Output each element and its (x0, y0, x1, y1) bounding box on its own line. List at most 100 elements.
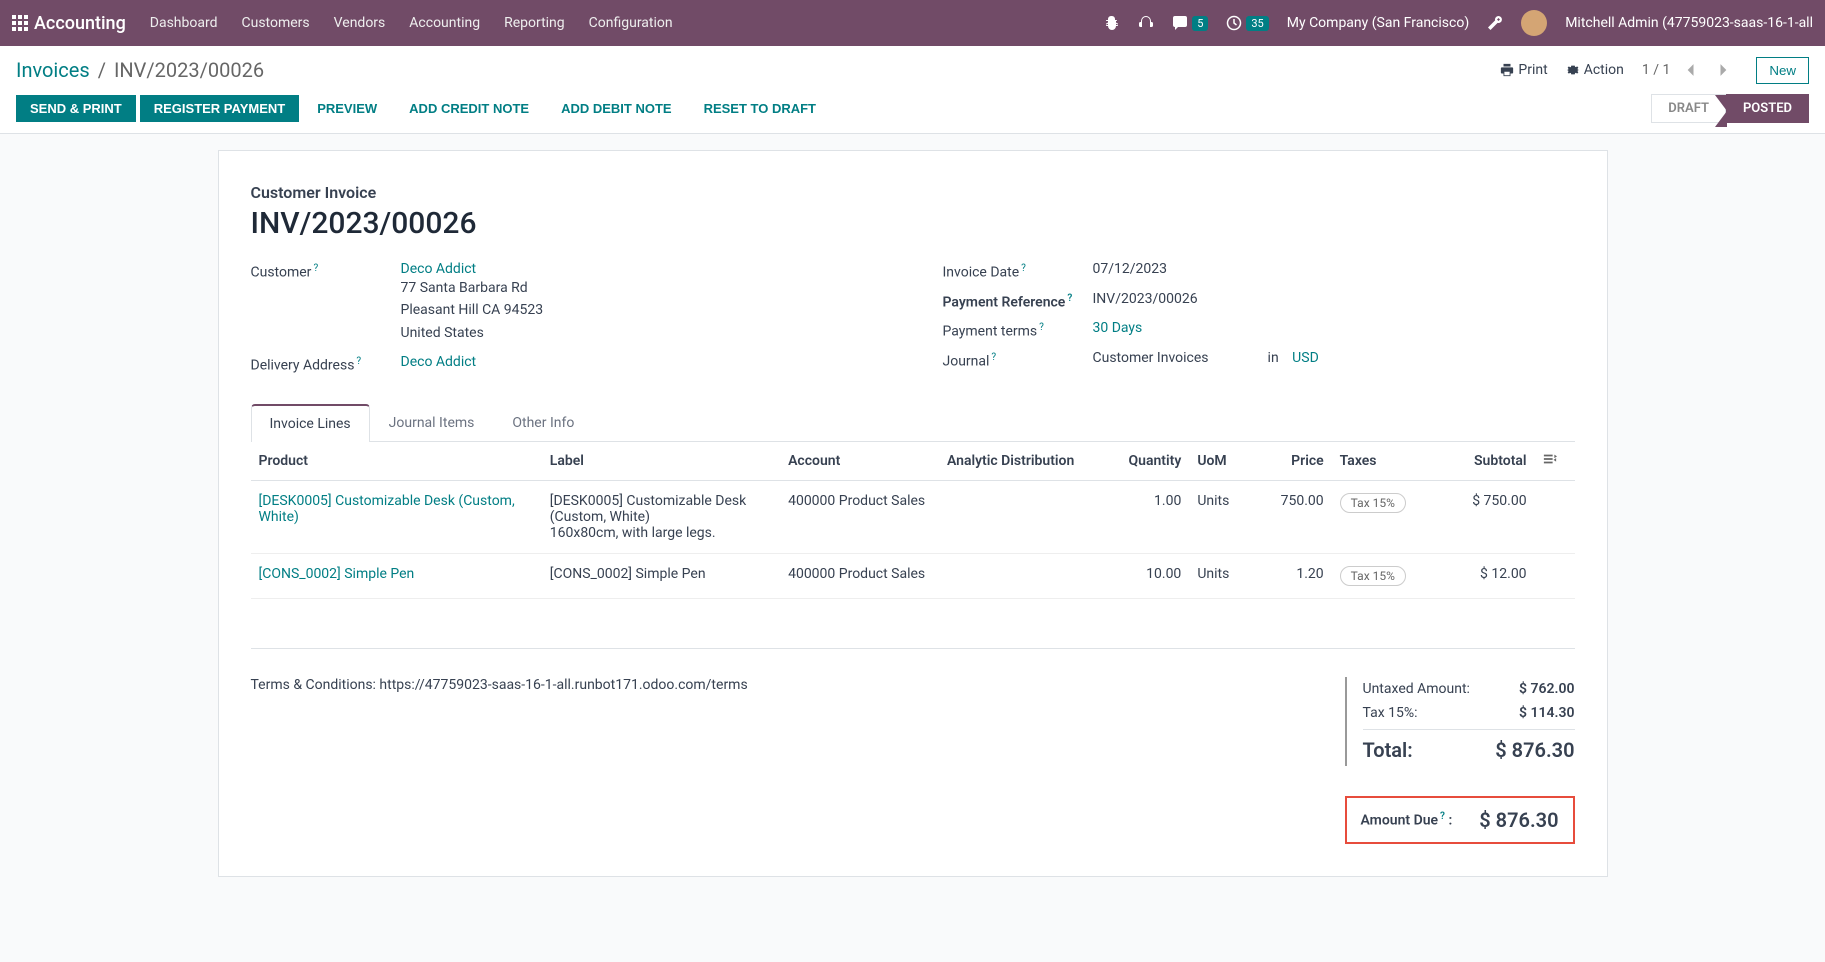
chevron-right-icon (1719, 63, 1729, 77)
line-label[interactable]: [DESK0005] Customizable Desk (Custom, Wh… (542, 480, 780, 553)
line-analytic[interactable] (939, 480, 1098, 553)
help-icon[interactable]: ? (356, 356, 361, 367)
help-icon[interactable]: ? (1440, 811, 1445, 822)
product-link[interactable]: [DESK0005] Customizable Desk (Custom, Wh… (259, 493, 515, 525)
address-line1: 77 Santa Barbara Rd (401, 277, 883, 299)
line-label[interactable]: [CONS_0002] Simple Pen (542, 553, 780, 598)
help-icon[interactable]: ? (1039, 322, 1044, 333)
credit-note-button[interactable]: ADD CREDIT NOTE (395, 95, 543, 122)
payment-terms-label: Payment terms? (943, 320, 1093, 340)
th-subtotal[interactable]: Subtotal (1441, 442, 1535, 481)
action-button[interactable]: Action (1566, 62, 1624, 78)
table-row[interactable]: [DESK0005] Customizable Desk (Custom, Wh… (251, 480, 1575, 553)
amount-due-box: Amount Due? : $ 876.30 (1345, 796, 1575, 844)
table-row[interactable]: [CONS_0002] Simple Pen [CONS_0002] Simpl… (251, 553, 1575, 598)
line-uom[interactable]: Units (1189, 480, 1253, 553)
help-icon[interactable]: ? (991, 352, 996, 363)
total-value: $ 876.30 (1495, 738, 1574, 762)
line-tax[interactable]: Tax 15% (1332, 553, 1441, 598)
company-switcher[interactable]: My Company (San Francisco) (1287, 15, 1469, 31)
payment-ref-value[interactable]: INV/2023/00026 (1093, 291, 1575, 307)
help-icon[interactable]: ? (1067, 293, 1072, 304)
invoice-date-label: Invoice Date? (943, 261, 1093, 281)
tab-journal-items[interactable]: Journal Items (370, 404, 494, 442)
send-print-button[interactable]: SEND & PRINT (16, 95, 136, 122)
th-quantity[interactable]: Quantity (1098, 442, 1189, 481)
user-name[interactable]: Mitchell Admin (47759023-saas-16-1-all (1565, 15, 1813, 31)
th-analytic[interactable]: Analytic Distribution (939, 442, 1098, 481)
th-taxes[interactable]: Taxes (1332, 442, 1441, 481)
th-label[interactable]: Label (542, 442, 780, 481)
th-product[interactable]: Product (251, 442, 542, 481)
apps-menu[interactable]: Accounting (12, 13, 126, 34)
breadcrumb-separator: / (98, 58, 106, 82)
nav-vendors[interactable]: Vendors (334, 15, 386, 31)
apps-grid-icon (12, 15, 28, 31)
th-uom[interactable]: UoM (1189, 442, 1253, 481)
delivery-link[interactable]: Deco Addict (401, 354, 477, 370)
tab-other-info[interactable]: Other Info (493, 404, 593, 442)
nav-right: 5 35 My Company (San Francisco) Mitchell… (1104, 10, 1813, 36)
new-button[interactable]: New (1756, 57, 1809, 84)
line-account[interactable]: 400000 Product Sales (780, 553, 939, 598)
register-payment-button[interactable]: REGISTER PAYMENT (140, 95, 299, 122)
debug-icon[interactable] (1104, 15, 1120, 31)
currency-link[interactable]: USD (1292, 350, 1319, 366)
payment-terms-value[interactable]: 30 Days (1093, 320, 1143, 336)
nav-customers[interactable]: Customers (242, 15, 310, 31)
terms-text[interactable]: Terms & Conditions: https://47759023-saa… (251, 677, 748, 693)
support-icon[interactable] (1138, 15, 1154, 31)
untaxed-value: $ 762.00 (1519, 681, 1574, 697)
reset-draft-button[interactable]: RESET TO DRAFT (690, 95, 830, 122)
pager-value[interactable]: 1 / 1 (1642, 62, 1670, 78)
status-posted[interactable]: POSTED (1726, 94, 1809, 123)
activities-icon[interactable]: 35 (1226, 15, 1268, 31)
nav-reporting[interactable]: Reporting (504, 15, 565, 31)
user-avatar[interactable] (1521, 10, 1547, 36)
line-qty[interactable]: 10.00 (1098, 553, 1189, 598)
nav-accounting[interactable]: Accounting (409, 15, 480, 31)
form-sheet: Customer Invoice INV/2023/00026 Customer… (218, 150, 1608, 877)
payment-ref-label: Payment Reference? (943, 291, 1093, 311)
tax-label: Tax 15%: (1363, 705, 1418, 721)
line-subtotal: $ 750.00 (1441, 480, 1535, 553)
nav-dashboard[interactable]: Dashboard (150, 15, 218, 31)
help-icon[interactable]: ? (1021, 263, 1026, 274)
product-link[interactable]: [CONS_0002] Simple Pen (259, 566, 415, 582)
line-uom[interactable]: Units (1189, 553, 1253, 598)
customer-link[interactable]: Deco Addict (401, 261, 477, 277)
preview-button[interactable]: PREVIEW (303, 95, 391, 122)
action-buttons: SEND & PRINT REGISTER PAYMENT PREVIEW AD… (16, 95, 830, 122)
tools-icon[interactable] (1487, 15, 1503, 31)
line-tax[interactable]: Tax 15% (1332, 480, 1441, 553)
messages-icon[interactable]: 5 (1172, 15, 1208, 31)
invoice-date-value[interactable]: 07/12/2023 (1093, 261, 1575, 277)
journal-label: Journal? (943, 350, 1093, 370)
line-qty[interactable]: 1.00 (1098, 480, 1189, 553)
tabs: Invoice Lines Journal Items Other Info (251, 404, 1575, 442)
column-toggle[interactable] (1535, 442, 1575, 481)
debit-note-button[interactable]: ADD DEBIT NOTE (547, 95, 686, 122)
th-account[interactable]: Account (780, 442, 939, 481)
activities-badge: 35 (1246, 16, 1268, 31)
pager-prev[interactable] (1676, 56, 1704, 84)
line-price[interactable]: 750.00 (1253, 480, 1332, 553)
gear-icon (1566, 63, 1580, 77)
line-analytic[interactable] (939, 553, 1098, 598)
line-price[interactable]: 1.20 (1253, 553, 1332, 598)
pager-next[interactable] (1710, 56, 1738, 84)
nav-configuration[interactable]: Configuration (589, 15, 673, 31)
print-button[interactable]: Print (1500, 62, 1547, 78)
app-brand: Accounting (34, 13, 126, 34)
th-price[interactable]: Price (1253, 442, 1332, 481)
breadcrumb-parent[interactable]: Invoices (16, 58, 90, 82)
journal-value[interactable]: Customer Invoices in USD (1093, 350, 1575, 366)
line-account[interactable]: 400000 Product Sales (780, 480, 939, 553)
pager: 1 / 1 (1642, 56, 1738, 84)
tab-invoice-lines[interactable]: Invoice Lines (251, 404, 370, 442)
help-icon[interactable]: ? (313, 263, 318, 274)
control-panel: Invoices / INV/2023/00026 Print Action 1… (0, 46, 1825, 134)
breadcrumb-current: INV/2023/00026 (114, 58, 264, 82)
document-type: Customer Invoice (251, 183, 1575, 202)
amount-due-value: $ 876.30 (1479, 808, 1558, 832)
